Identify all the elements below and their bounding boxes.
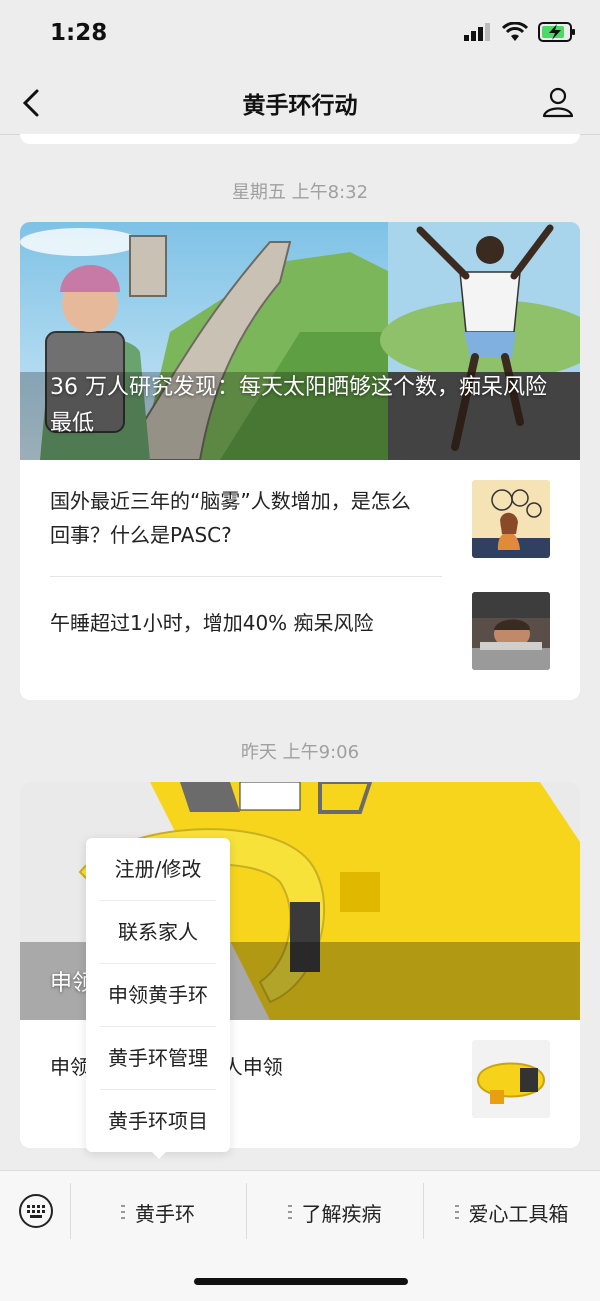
sleeping-man-photo <box>472 592 550 670</box>
profile-icon[interactable] <box>542 86 574 118</box>
status-bar: 1:28 <box>0 0 600 70</box>
menu-tab-label: 爱心工具箱 <box>468 1201 569 1226</box>
article-item[interactable]: 午睡超过1小时，增加40% 痴呆风险 <box>20 576 580 692</box>
status-icons <box>464 22 576 42</box>
battery-charging-icon <box>538 22 575 42</box>
keyboard-toggle-icon[interactable] <box>18 1193 54 1229</box>
article-title: 国外最近三年的“脑雾”人数增加，是怎么回事？什么是PASC? <box>50 489 411 547</box>
submenu-indicator-icon <box>287 1200 292 1224</box>
submenu-indicator-icon <box>454 1200 459 1224</box>
popup-submenu: 注册/修改 联系家人 申领黄手环 黄手环管理 黄手环项目 <box>86 838 230 1152</box>
previous-card-bottom <box>20 134 580 144</box>
brain-fog-illustration <box>472 480 550 558</box>
wristband-thumbnail <box>472 1040 550 1118</box>
menu-item-wristband-project[interactable]: 黄手环项目 <box>100 1090 216 1152</box>
popup-arrow <box>150 1150 168 1159</box>
nav-bar: 黄手环行动 <box>0 70 600 135</box>
menu-tab-care-toolbox[interactable]: 爱心工具箱 <box>423 1171 600 1253</box>
menu-tab-label: 黄手环 <box>135 1201 195 1226</box>
article-title: 午睡超过1小时，增加40% 痴呆风险 <box>50 611 374 635</box>
message-timestamp: 昨天 上午9:06 <box>240 742 360 763</box>
article-item[interactable]: 国外最近三年的“脑雾”人数增加，是怎么回事？什么是PASC? <box>20 460 580 576</box>
hero-article[interactable]: 36 万人研究发现：每天太阳晒够这个数，痴呆风险最低 <box>20 222 580 460</box>
article-thumbnail <box>472 480 550 558</box>
signal-icon <box>464 23 490 41</box>
article-thumbnail <box>472 1040 550 1118</box>
article-card: 36 万人研究发现：每天太阳晒够这个数，痴呆风险最低 国外最近三年的“脑雾”人数… <box>20 222 580 700</box>
article-thumbnail <box>472 592 550 670</box>
home-indicator[interactable] <box>194 1278 408 1285</box>
menu-tab-label: 了解疾病 <box>301 1201 382 1226</box>
wifi-icon <box>502 22 528 41</box>
submenu-indicator-icon <box>121 1200 125 1224</box>
menu-item-wristband-management[interactable]: 黄手环管理 <box>100 1027 216 1090</box>
menu-tab-wristband[interactable]: 黄手环 <box>70 1171 246 1253</box>
page-title: 黄手环行动 <box>242 93 358 119</box>
menu-tab-learn-disease[interactable]: 了解疾病 <box>246 1171 423 1253</box>
hero-article-title: 36 万人研究发现：每天太阳晒够这个数，痴呆风险最低 <box>50 375 547 436</box>
menu-item-contact-family[interactable]: 联系家人 <box>100 901 216 964</box>
status-time: 1:28 <box>50 20 108 46</box>
message-timestamp: 星期五 上午8:32 <box>231 182 369 203</box>
menu-item-apply-wristband[interactable]: 申领黄手环 <box>100 964 216 1027</box>
menu-item-register[interactable]: 注册/修改 <box>100 838 216 901</box>
